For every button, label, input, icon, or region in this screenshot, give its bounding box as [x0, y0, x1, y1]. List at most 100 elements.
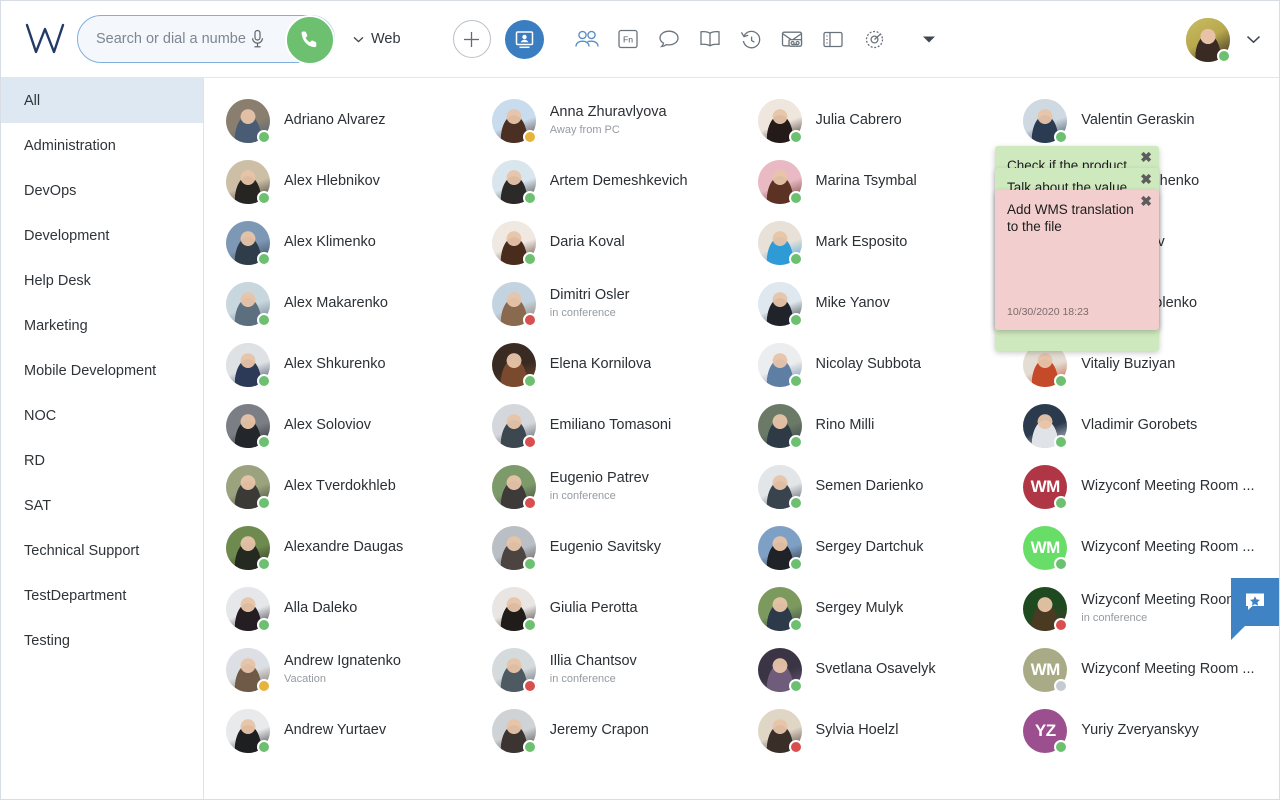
sidebar-item-development[interactable]: Development: [1, 213, 203, 258]
avatar[interactable]: [226, 586, 271, 632]
contact-row[interactable]: WM Wizyconf Meeting Room ...: [1013, 456, 1279, 517]
avatar[interactable]: [1023, 586, 1069, 632]
contact-row[interactable]: Alla Daleko: [216, 578, 482, 639]
avatar[interactable]: [226, 525, 271, 571]
avatar[interactable]: YZ: [1023, 708, 1069, 754]
fn-keys-tab[interactable]: Fn: [608, 19, 649, 60]
contact-row[interactable]: Daria Koval: [482, 212, 748, 273]
close-icon[interactable]: ✖: [1140, 194, 1152, 208]
avatar[interactable]: [226, 220, 271, 266]
close-icon[interactable]: ✖: [1140, 150, 1152, 164]
avatar[interactable]: [226, 342, 271, 388]
settings-tab[interactable]: [854, 19, 895, 60]
contact-row[interactable]: Mark Esposito: [748, 212, 1014, 273]
avatar[interactable]: [491, 586, 537, 632]
sidebar-item-mobile-development[interactable]: Mobile Development: [1, 348, 203, 393]
panel-tab[interactable]: [813, 19, 854, 60]
contact-row[interactable]: Eugenio Savitsky: [482, 517, 748, 578]
groups-tab[interactable]: [567, 19, 608, 60]
avatar[interactable]: [757, 403, 803, 449]
avatar[interactable]: [491, 281, 537, 327]
avatar[interactable]: [757, 220, 803, 266]
contact-row[interactable]: Julia Cabrero: [748, 90, 1014, 151]
contact-row[interactable]: Adriano Alvarez: [216, 90, 482, 151]
contact-row[interactable]: Nicolay Subbota: [748, 334, 1014, 395]
sidebar-item-all[interactable]: All: [1, 78, 203, 123]
contact-row[interactable]: WM Wizyconf Meeting Room ...: [1013, 639, 1279, 700]
contact-row[interactable]: Alex Tverdokhleb: [216, 456, 482, 517]
search-bar[interactable]: [77, 15, 335, 65]
avatar[interactable]: [757, 159, 803, 205]
contact-row[interactable]: Artem Demeshkevich: [482, 151, 748, 212]
sidebar-item-devops[interactable]: DevOps: [1, 168, 203, 213]
avatar[interactable]: [226, 159, 271, 205]
contact-row[interactable]: Vladimir Gorobets: [1013, 395, 1279, 456]
contact-row[interactable]: YZ Yuriy Zveryanskyy: [1013, 700, 1279, 761]
avatar[interactable]: [757, 525, 803, 571]
contact-row[interactable]: Elena Kornilova: [482, 334, 748, 395]
sidebar-item-noc[interactable]: NOC: [1, 393, 203, 438]
add-button[interactable]: [452, 20, 491, 58]
avatar[interactable]: WM: [1023, 464, 1069, 510]
avatar[interactable]: [1023, 403, 1069, 449]
sidebar-item-testdepartment[interactable]: TestDepartment: [1, 573, 203, 618]
microphone-icon[interactable]: [246, 27, 268, 51]
avatar[interactable]: [226, 98, 271, 144]
network-mode-selector[interactable]: Web: [353, 31, 401, 47]
feedback-widget[interactable]: [1231, 578, 1279, 640]
contact-row[interactable]: Marina Tsymbal: [748, 151, 1014, 212]
contact-row[interactable]: Sergey Dartchuk: [748, 517, 1014, 578]
sidebar-item-rd[interactable]: RD: [1, 438, 203, 483]
search-input[interactable]: [96, 25, 246, 53]
more-menu-button[interactable]: [909, 19, 950, 60]
avatar[interactable]: WM: [1023, 647, 1069, 693]
avatar[interactable]: [491, 403, 537, 449]
contact-row[interactable]: Illia Chantsov in conference: [482, 639, 748, 700]
contact-row[interactable]: Mike Yanov: [748, 273, 1014, 334]
contact-row[interactable]: Valentin Geraskin: [1013, 90, 1279, 151]
avatar[interactable]: [757, 342, 803, 388]
contact-row[interactable]: Alex Shkurenko: [216, 334, 482, 395]
avatar[interactable]: [1186, 17, 1231, 63]
contact-row[interactable]: Rino Milli: [748, 395, 1014, 456]
contact-row[interactable]: Alex Makarenko: [216, 273, 482, 334]
contact-row[interactable]: Sylvia Hoelzl: [748, 700, 1014, 761]
avatar[interactable]: [757, 98, 803, 144]
sidebar-item-sat[interactable]: SAT: [1, 483, 203, 528]
sidebar-item-testing[interactable]: Testing: [1, 618, 203, 663]
avatar[interactable]: [491, 220, 537, 266]
contact-row[interactable]: Sergey Mulyk: [748, 578, 1014, 639]
sidebar-item-help-desk[interactable]: Help Desk: [1, 258, 203, 303]
close-icon[interactable]: ✖: [1140, 172, 1152, 186]
sidebar-item-technical-support[interactable]: Technical Support: [1, 528, 203, 573]
contact-row[interactable]: Andrew Ignatenko Vacation: [216, 639, 482, 700]
phonebook-tab[interactable]: [690, 19, 731, 60]
avatar[interactable]: [226, 708, 271, 754]
avatar[interactable]: [757, 281, 803, 327]
avatar[interactable]: [491, 464, 537, 510]
avatar[interactable]: [491, 159, 537, 205]
contact-row[interactable]: WM Wizyconf Meeting Room ...: [1013, 517, 1279, 578]
contact-row[interactable]: Dimitri Osler in conference: [482, 273, 748, 334]
contact-row[interactable]: Jeremy Crapon: [482, 700, 748, 761]
contact-row[interactable]: Giulia Perotta: [482, 578, 748, 639]
contact-row[interactable]: Emiliano Tomasoni: [482, 395, 748, 456]
contacts-tab[interactable]: [504, 19, 544, 59]
avatar[interactable]: [757, 586, 803, 632]
avatar[interactable]: [757, 464, 803, 510]
avatar[interactable]: [491, 647, 537, 693]
sticky-note[interactable]: ✖ Add WMS translation to the file 10/30/20…: [995, 190, 1159, 330]
voicemail-tab[interactable]: [772, 19, 813, 60]
avatar[interactable]: [491, 708, 537, 754]
contact-row[interactable]: Svetlana Osavelyk: [748, 639, 1014, 700]
avatar[interactable]: WM: [1023, 525, 1069, 571]
avatar[interactable]: [491, 525, 537, 571]
avatar[interactable]: [226, 464, 271, 510]
chat-tab[interactable]: [649, 19, 690, 60]
history-tab[interactable]: [731, 19, 772, 60]
sidebar-item-marketing[interactable]: Marketing: [1, 303, 203, 348]
call-button[interactable]: [285, 15, 335, 65]
avatar[interactable]: [757, 708, 803, 754]
contact-row[interactable]: Semen Darienko: [748, 456, 1014, 517]
avatar[interactable]: [226, 403, 271, 449]
